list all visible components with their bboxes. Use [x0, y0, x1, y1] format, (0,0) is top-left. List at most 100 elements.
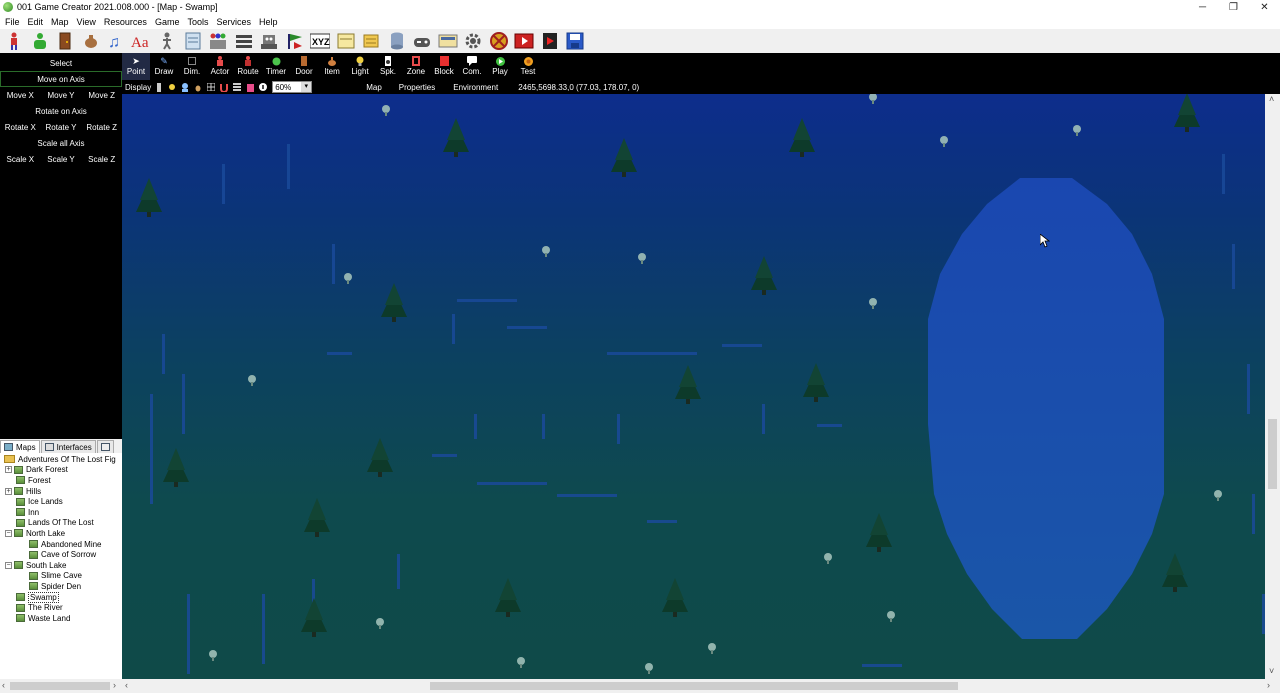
scroll-down-icon[interactable]: ˅	[1269, 666, 1274, 676]
menu-view[interactable]: View	[74, 17, 99, 27]
menu-services[interactable]: Services	[213, 17, 254, 27]
tree-horizontal-scrollbar[interactable]: ‹ ›	[0, 679, 122, 693]
movie-icon[interactable]	[513, 30, 535, 52]
zoom-select[interactable]: 60% ▾	[272, 81, 313, 93]
scale-y-button[interactable]: Scale Y	[41, 155, 82, 164]
tool-comment[interactable]: Com.	[458, 53, 486, 80]
move-on-axis-button[interactable]: Move on Axis	[0, 71, 122, 87]
tab-interfaces[interactable]: Interfaces	[40, 440, 96, 453]
font-icon[interactable]: Aa	[131, 30, 153, 52]
restore-button[interactable]: ❐	[1218, 0, 1249, 14]
tree-item-hills[interactable]: + Hills	[5, 486, 41, 497]
tool-speaker[interactable]: Spk.	[374, 53, 402, 80]
grid-icon[interactable]	[207, 83, 216, 92]
rotate-on-axis-button[interactable]: Rotate on Axis	[0, 103, 122, 119]
select-button[interactable]: Select	[0, 55, 122, 71]
tool-timer[interactable]: Timer	[262, 53, 290, 80]
move-x-button[interactable]: Move X	[0, 91, 41, 100]
hscroll-thumb[interactable]	[430, 682, 958, 690]
drop-icon[interactable]	[194, 83, 202, 92]
tool-zone[interactable]: Zone	[402, 53, 430, 80]
menu-game[interactable]: Game	[152, 17, 183, 27]
scroll-left-icon[interactable]: ‹	[2, 680, 5, 690]
tree-item-ice-lands[interactable]: Ice Lands	[16, 496, 63, 507]
scale-x-button[interactable]: Scale X	[0, 155, 41, 164]
rotate-x-button[interactable]: Rotate X	[0, 123, 41, 132]
layers-icon[interactable]	[155, 82, 163, 92]
tool-light[interactable]: Light	[346, 53, 374, 80]
tree-item-inn[interactable]: Inn	[16, 507, 39, 518]
tab-properties[interactable]: Properties	[399, 83, 435, 92]
info-icon[interactable]	[259, 83, 268, 92]
scale-z-button[interactable]: Scale Z	[81, 155, 122, 164]
browser-icon[interactable]	[335, 30, 357, 52]
robot-icon[interactable]	[258, 30, 280, 52]
expand-icon[interactable]: +	[5, 487, 12, 495]
scroll-right-icon[interactable]: ›	[113, 680, 116, 690]
magnet-icon[interactable]	[220, 83, 229, 92]
gear-icon[interactable]	[462, 30, 484, 52]
list-icon[interactable]	[233, 30, 255, 52]
skeleton-icon[interactable]	[156, 30, 178, 52]
tree-item-cave-of-sorrow[interactable]: Cave of Sorrow	[29, 549, 96, 560]
bucket-icon[interactable]	[246, 83, 254, 92]
scale-all-axis-button[interactable]: Scale all Axis	[0, 135, 122, 151]
map-viewport[interactable]	[122, 94, 1265, 679]
tree-item-the-river[interactable]: The River	[16, 602, 63, 613]
dialog-icon[interactable]	[437, 30, 459, 52]
tool-route[interactable]: Route	[234, 53, 262, 80]
tool-test[interactable]: Test	[514, 53, 542, 80]
scroll-left-icon[interactable]: ‹	[125, 680, 128, 690]
minimize-button[interactable]: ─	[1187, 0, 1218, 14]
tree-item-lands-of-the-lost[interactable]: Lands Of The Lost	[16, 518, 94, 529]
tool-point[interactable]: ➤ Point	[122, 53, 150, 80]
map-vertical-scrollbar[interactable]: ˄ ˅	[1265, 94, 1280, 679]
tree-item-north-lake[interactable]: − North Lake	[5, 528, 65, 539]
move-y-button[interactable]: Move Y	[41, 91, 82, 100]
tree-item-dark-forest[interactable]: + Dark Forest	[5, 465, 68, 476]
collapse-icon[interactable]: −	[5, 529, 12, 537]
menu-help[interactable]: Help	[256, 17, 281, 27]
rotate-z-button[interactable]: Rotate Z	[81, 123, 122, 132]
expand-icon[interactable]: +	[5, 466, 12, 474]
door-resource-icon[interactable]	[54, 30, 76, 52]
tree-root[interactable]: Adventures Of The Lost Fig	[4, 454, 116, 465]
scroll-thumb[interactable]	[10, 682, 110, 690]
tree-item-slime-cave[interactable]: Slime Cave	[29, 571, 82, 582]
tool-draw[interactable]: ✎ Draw	[150, 53, 178, 80]
database-icon[interactable]	[386, 30, 408, 52]
menu-file[interactable]: File	[2, 17, 23, 27]
scroll-right-icon[interactable]: ›	[1267, 680, 1270, 690]
bag-icon[interactable]	[80, 30, 102, 52]
tool-block[interactable]: Block	[430, 53, 458, 80]
light-toggle-icon[interactable]	[168, 83, 176, 92]
run-icon[interactable]	[539, 30, 561, 52]
menu-map[interactable]: Map	[48, 17, 72, 27]
music-icon[interactable]: ♫	[105, 30, 127, 52]
scroll-up-icon[interactable]: ˄	[1269, 94, 1274, 104]
gamepad-icon[interactable]	[411, 30, 433, 52]
menu-tools[interactable]: Tools	[184, 17, 211, 27]
group-icon[interactable]	[29, 30, 51, 52]
tree-item-forest[interactable]: Forest	[16, 475, 51, 486]
tool-door[interactable]: Door	[290, 53, 318, 80]
menu-edit[interactable]: Edit	[25, 17, 47, 27]
tree-item-abandoned-mine[interactable]: Abandoned Mine	[29, 539, 102, 550]
flag-icon[interactable]	[284, 30, 306, 52]
move-z-button[interactable]: Move Z	[81, 91, 122, 100]
close-button[interactable]: ✕	[1249, 0, 1280, 14]
tool-actor[interactable]: Actor	[206, 53, 234, 80]
tab-map[interactable]: Map	[366, 83, 382, 92]
save-icon[interactable]	[564, 30, 586, 52]
tool-dim[interactable]: Dim.	[178, 53, 206, 80]
tab-maps[interactable]: Maps	[0, 440, 40, 453]
vscroll-thumb[interactable]	[1268, 419, 1277, 489]
publish-icon[interactable]	[488, 30, 510, 52]
tool-play[interactable]: Play	[486, 53, 514, 80]
weather-icon[interactable]	[181, 82, 189, 92]
tree-item-waste-land[interactable]: Waste Land	[16, 613, 70, 624]
tool-item[interactable]: Item	[318, 53, 346, 80]
rotate-y-button[interactable]: Rotate Y	[41, 123, 82, 132]
sheet-icon[interactable]	[182, 30, 204, 52]
tree-item-south-lake[interactable]: − South Lake	[5, 560, 66, 571]
